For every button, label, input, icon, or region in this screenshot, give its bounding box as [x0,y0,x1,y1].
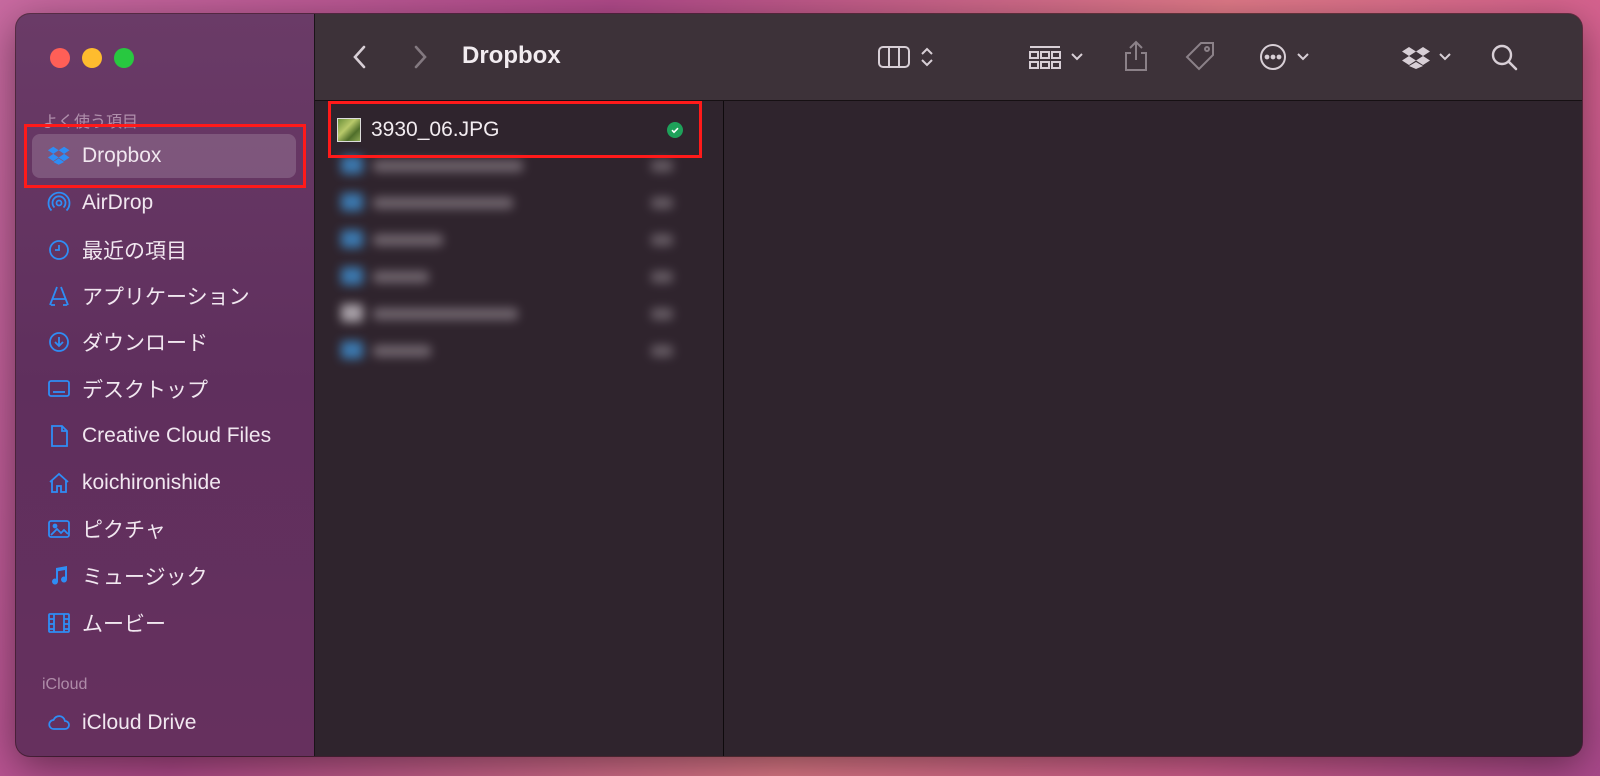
sidebar-item-label: 最近の項目 [82,240,187,263]
sidebar-item-label: Dropbox [82,144,162,167]
grid-group-icon [1029,46,1061,69]
chevron-down-icon [1439,53,1451,61]
desktop-icon [46,376,72,402]
finder-window: よく使う項目 Dropbox AirDrop 最近の項目 アプリケーション ダウ… [16,14,1582,756]
image-thumbnail-icon [337,118,361,142]
columns-view-icon [878,46,910,68]
sidebar-item-label: ダウンロード [82,332,208,355]
forward-button[interactable] [405,42,435,72]
up-down-chevron-icon [921,47,933,67]
sidebar-item-label: koichironishide [82,471,221,494]
sidebar-item-dropbox[interactable]: Dropbox [32,134,296,178]
sidebar-item-applications[interactable]: アプリケーション [32,274,296,318]
download-icon [46,329,72,355]
tag-icon [1185,42,1214,71]
toolbar: Dropbox [315,14,1582,101]
file-name: 3930_06.JPG [371,118,500,141]
search-button[interactable] [1487,40,1521,74]
file-row[interactable]: 3930_06.JPG [337,115,683,145]
sidebar-item-label: デスクトップ [82,379,208,402]
redacted-row [337,191,683,215]
window-controls [50,48,134,68]
sidebar-item-home[interactable]: koichironishide [32,461,296,505]
sidebar-item-pictures[interactable]: ピクチャ [32,507,296,551]
chevron-down-icon [1071,53,1083,61]
home-icon [46,470,72,496]
share-icon [1125,40,1147,71]
sidebar-item-desktop[interactable]: デスクトップ [32,367,296,411]
sync-check-icon [667,122,683,138]
back-button[interactable] [345,42,375,72]
more-icon [1260,44,1286,70]
applications-icon [46,283,72,309]
sidebar-item-label: AirDrop [82,191,154,214]
sidebar-item-label: Creative Cloud Files [82,424,272,447]
chevron-right-icon [414,45,427,69]
file-column: 3930_06.JPG [315,101,724,756]
redacted-row [337,339,683,363]
airdrop-icon [46,190,72,216]
group-button[interactable] [1023,40,1089,74]
dropbox-icon [46,143,72,169]
tag-button[interactable] [1181,38,1219,76]
dropbox-icon [1402,47,1430,69]
clock-icon [46,237,72,263]
sidebar-item-label: ミュージック [82,566,208,589]
redacted-row [337,265,683,289]
photo-icon [46,516,72,542]
sidebar-item-label: ピクチャ [82,519,166,542]
redacted-row [337,228,683,252]
zoom-button[interactable] [114,48,134,68]
sidebar-item-movies[interactable]: ムービー [32,601,296,645]
sidebar-item-music[interactable]: ミュージック [32,554,296,598]
film-icon [46,610,72,636]
sidebar-item-recents[interactable]: 最近の項目 [32,228,296,272]
sidebar-item-creative-cloud[interactable]: Creative Cloud Files [32,414,296,458]
action-menu-button[interactable] [1253,40,1315,74]
view-mode-button[interactable] [871,40,941,74]
redacted-row [337,154,683,178]
sidebar-item-downloads[interactable]: ダウンロード [32,320,296,364]
cloud-icon [46,710,72,736]
sidebar-item-icloud-drive[interactable]: iCloud Drive [32,701,296,745]
chevron-down-icon [1297,53,1309,61]
icloud-section-label: iCloud [42,676,88,693]
sidebar-item-label: アプリケーション [82,286,250,309]
favorites-section-label: よく使う項目 [42,114,139,131]
window-title: Dropbox [462,42,561,69]
sidebar: よく使う項目 Dropbox AirDrop 最近の項目 アプリケーション ダウ… [16,14,315,756]
redacted-row [337,302,683,326]
dropbox-menu-button[interactable] [1397,40,1457,74]
minimize-button[interactable] [82,48,102,68]
sidebar-item-label: iCloud Drive [82,711,197,734]
music-icon [46,563,72,589]
sidebar-item-label: ムービー [82,613,166,636]
search-icon [1491,44,1518,71]
close-button[interactable] [50,48,70,68]
sidebar-item-airdrop[interactable]: AirDrop [32,181,296,225]
browser-content: 3930_06.JPG [315,101,1582,756]
document-icon [46,423,72,449]
share-button[interactable] [1119,38,1153,74]
chevron-left-icon [353,45,366,69]
